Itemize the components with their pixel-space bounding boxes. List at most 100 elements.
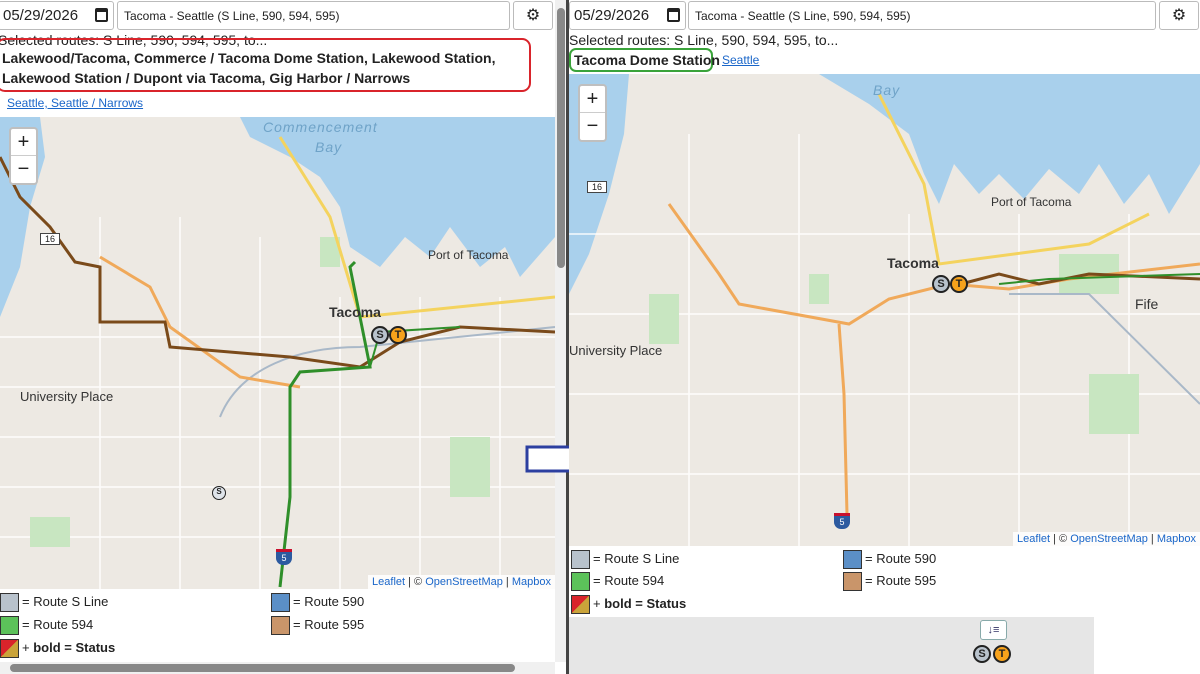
place-label-fife: Fife — [1135, 296, 1159, 312]
mapbox-link[interactable]: Mapbox — [512, 576, 551, 588]
legend-590: = Route 590 — [843, 549, 937, 570]
horizontal-scroll-thumb[interactable] — [10, 664, 515, 672]
interstate-5-label: 5 — [281, 553, 287, 563]
gear-icon: ⚙ — [525, 7, 541, 24]
zoom-in-button[interactable]: + — [11, 129, 36, 156]
attribution-sep-2: | — [502, 576, 512, 588]
route-select-value: Tacoma - Seattle (S Line, 590, 594, 595) — [695, 9, 911, 23]
legend-status: + bold = Status — [571, 594, 687, 615]
t-marker-label: T — [998, 648, 1006, 660]
zoom-control: + − — [9, 127, 38, 185]
calendar-icon[interactable] — [95, 8, 108, 22]
route-select[interactable]: Tacoma - Seattle (S Line, 590, 594, 595) — [688, 1, 1156, 30]
stop-marker-icon[interactable]: S — [212, 486, 226, 500]
t-marker-icon[interactable]: T — [389, 326, 407, 344]
attribution-sep-1: | © — [405, 576, 426, 588]
water-label-commencement: Commencement — [263, 119, 378, 135]
t-marker-icon[interactable]: T — [950, 275, 968, 293]
city-label-tacoma: Tacoma — [887, 255, 939, 271]
route-select[interactable]: Tacoma - Seattle (S Line, 590, 594, 595) — [117, 1, 510, 30]
settings-button[interactable]: ⚙ — [513, 1, 553, 30]
legend-status-label: bold = Status — [604, 596, 687, 611]
s-marker-label: S — [937, 278, 945, 290]
horizontal-scrollbar[interactable] — [0, 662, 555, 674]
legend-595: = Route 595 — [843, 571, 937, 592]
leaflet-link[interactable]: Leaflet — [1017, 533, 1050, 545]
place-label-port-of-tacoma: Port of Tacoma — [991, 195, 1072, 209]
legend-status-label: bold = Status — [33, 640, 116, 655]
vertical-scroll-thumb[interactable] — [557, 8, 565, 268]
legend-590-label: = Route 590 — [865, 551, 937, 566]
swatch-status — [571, 595, 590, 615]
sort-button[interactable]: ↓≡ — [980, 620, 1007, 640]
right-map[interactable]: Bay Tacoma University Place Port of Taco… — [569, 74, 1200, 546]
map-attribution: Leaflet | © OpenStreetMap | Mapbox — [368, 575, 555, 589]
zoom-out-button[interactable]: − — [580, 113, 605, 140]
highway-16-shield-icon: 16 — [587, 181, 607, 193]
legend-590-label: = Route 590 — [293, 594, 365, 609]
legend-594: = Route 594 — [0, 615, 94, 636]
interstate-5-label: 5 — [839, 517, 845, 527]
water-label-bay: Bay — [873, 82, 901, 98]
legend-s-line-label: = Route S Line — [22, 594, 109, 609]
selected-routes-text: Selected routes: S Line, 590, 594, 595, … — [569, 32, 839, 48]
interstate-5-shield-icon: 5 — [276, 549, 292, 565]
route-select-value: Tacoma - Seattle (S Line, 590, 594, 595) — [124, 9, 340, 23]
swatch-594 — [0, 616, 19, 636]
date-input[interactable]: 05/29/2026 — [569, 1, 686, 30]
legend-595-label: = Route 595 — [865, 573, 937, 588]
direction-link[interactable]: Seattle, Seattle / Narrows — [7, 96, 143, 110]
left-map[interactable]: Commencement Bay Tacoma University Place… — [0, 117, 555, 589]
osm-link[interactable]: OpenStreetMap — [1070, 533, 1148, 545]
timeline-panel: ↓≡ S T — [569, 617, 1094, 674]
zoom-in-button[interactable]: + — [580, 86, 605, 113]
t-marker-icon[interactable]: T — [993, 645, 1011, 663]
left-map-canvas — [0, 117, 555, 589]
highway-16-label: 16 — [591, 182, 602, 192]
right-toolbar: 05/29/2026 Tacoma - Seattle (S Line, 590… — [569, 0, 1200, 31]
destination-text: Tacoma Dome Station — [574, 52, 720, 68]
legend-595-label: = Route 595 — [293, 617, 365, 632]
t-marker-label: T — [394, 329, 402, 341]
highway-16-label: 16 — [44, 234, 55, 244]
zoom-out-button[interactable]: − — [11, 156, 36, 183]
right-map-canvas — [569, 74, 1200, 546]
map-attribution: Leaflet | © OpenStreetMap | Mapbox — [1013, 532, 1200, 546]
place-label-university-place: University Place — [569, 343, 663, 358]
s-line-marker-icon[interactable]: S — [371, 326, 389, 344]
place-label-university-place: University Place — [20, 389, 114, 404]
s-line-marker-icon[interactable]: S — [932, 275, 950, 293]
s-marker-label: S — [978, 648, 986, 660]
destinations-text: Lakewood/Tacoma, Commerce / Tacoma Dome … — [2, 50, 496, 86]
legend-594-label: = Route 594 — [593, 573, 665, 588]
interstate-5-shield-icon: 5 — [834, 513, 850, 529]
settings-button[interactable]: ⚙ — [1159, 1, 1199, 30]
calendar-icon[interactable] — [667, 8, 680, 22]
legend-status-prefix: + — [593, 596, 605, 611]
left-toolbar: 05/29/2026 Tacoma - Seattle (S Line, 590… — [0, 0, 567, 31]
place-label-port-of-tacoma: Port of Tacoma — [428, 248, 509, 262]
attribution-sep-2: | — [1147, 533, 1157, 545]
legend-590: = Route 590 — [271, 592, 365, 613]
legend-595: = Route 595 — [271, 615, 365, 636]
date-input[interactable]: 05/29/2026 — [0, 1, 114, 30]
legend-594-label: = Route 594 — [22, 617, 94, 632]
water-label-bay: Bay — [315, 139, 343, 155]
mapbox-link[interactable]: Mapbox — [1157, 533, 1196, 545]
city-label-tacoma: Tacoma — [329, 304, 381, 320]
swatch-595 — [843, 572, 862, 592]
stop-marker-label: S — [216, 487, 222, 496]
legend-s-line: = Route S Line — [571, 549, 680, 570]
swatch-590 — [843, 550, 862, 570]
swatch-s-line — [571, 550, 590, 570]
direction-link[interactable]: Seattle — [722, 53, 759, 67]
leaflet-link[interactable]: Leaflet — [372, 576, 405, 588]
legend-status: + bold = Status — [0, 638, 116, 659]
date-value: 05/29/2026 — [574, 7, 650, 24]
legend-594: = Route 594 — [571, 571, 665, 592]
t-marker-label: T — [955, 278, 963, 290]
legend-s-line-label: = Route S Line — [593, 551, 680, 566]
s-line-marker-icon[interactable]: S — [973, 645, 991, 663]
osm-link[interactable]: OpenStreetMap — [425, 576, 503, 588]
swatch-status — [0, 639, 19, 659]
